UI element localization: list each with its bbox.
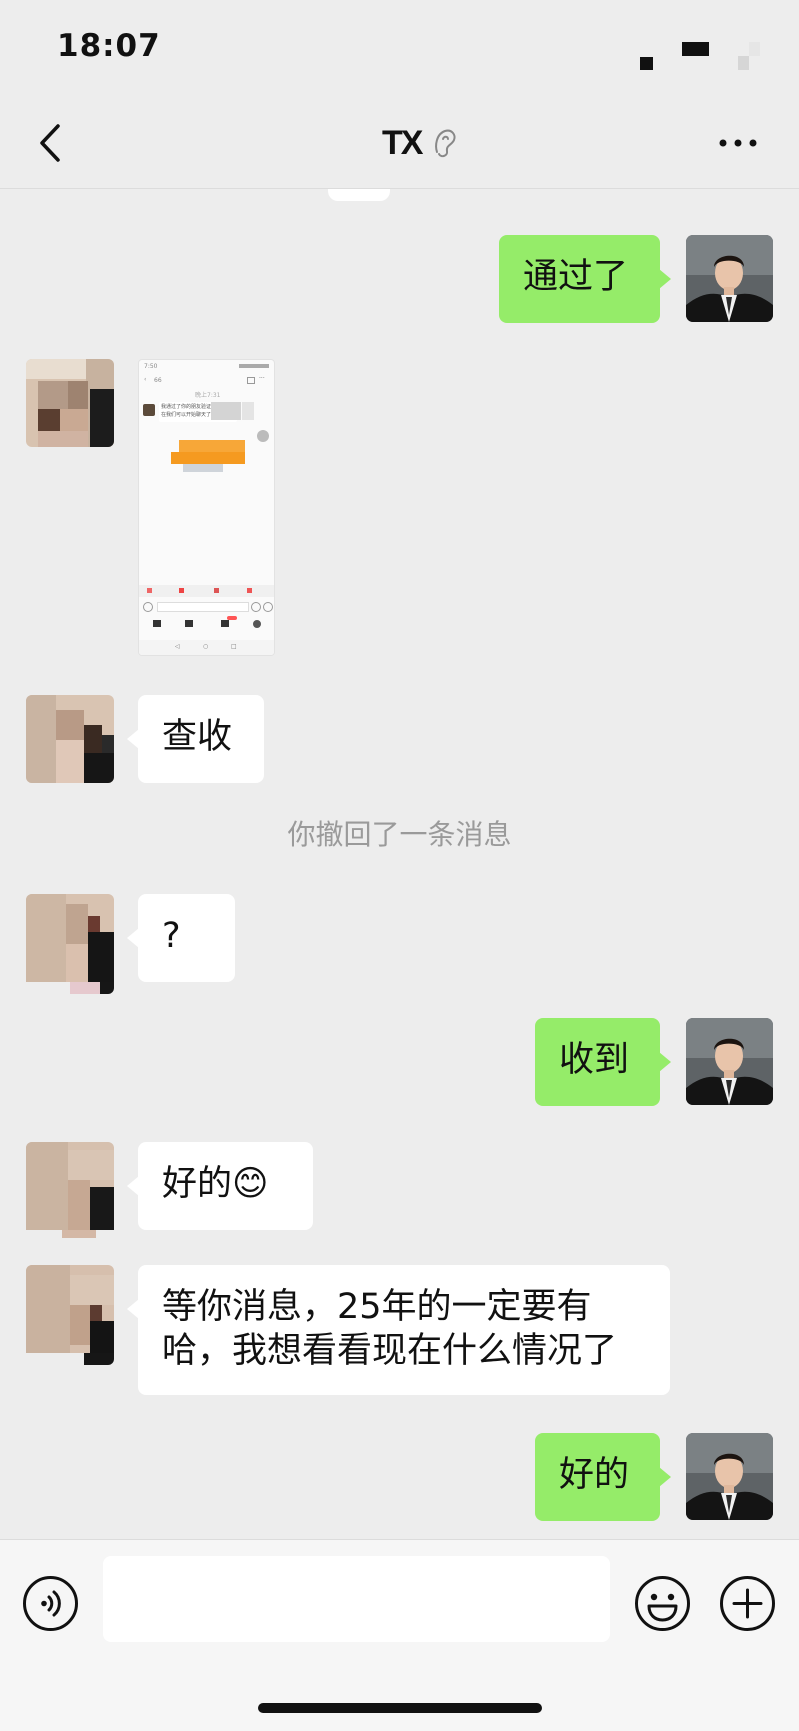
voice-icon[interactable] [22, 1575, 79, 1632]
message-list[interactable]: 通过了 7:50 ‹ 66 ··· 晚上7:31 我通过了你的朋友验证请求，现 … [0, 189, 799, 1539]
image-bubble-line2: 在我们可以开始聊天了 [161, 412, 212, 418]
chat-title: TX [382, 118, 457, 168]
message-line: 哈，我想看看现在什么情况了 [162, 1331, 618, 1371]
status-time: 18:07 [57, 28, 161, 64]
signal-icon [640, 57, 653, 70]
avatar-contact[interactable] [26, 359, 114, 447]
avatar-me[interactable] [686, 235, 773, 322]
image-header-title: 66 [154, 377, 162, 384]
wechat-chat-screen: 18:07 TX 通过了 7:50 ‹ 66 ··· 晚上7:31 我通过了你的… [0, 0, 799, 1731]
recall-notice: 你撤回了一条消息 [287, 818, 512, 851]
status-bar: 18:07 [0, 0, 799, 100]
home-indicator[interactable] [258, 1703, 542, 1713]
image-header-back: ‹ [144, 376, 147, 383]
image-timestamp: 晚上7:31 [195, 392, 221, 399]
message-bubble-received[interactable]: ? [127, 894, 235, 982]
avatar-contact[interactable] [26, 894, 114, 994]
message-bubble-received[interactable]: 好的😊 [127, 1142, 313, 1230]
avatar-contact[interactable] [26, 695, 114, 783]
back-icon[interactable] [32, 120, 68, 166]
image-status-time: 7:50 [144, 363, 158, 370]
mute-icon [435, 129, 456, 158]
message-text: 好的😊 [162, 1164, 269, 1204]
message-bubble-received[interactable]: 查收 [127, 695, 264, 783]
battery-icon [738, 42, 760, 70]
avatar-contact[interactable] [26, 1265, 114, 1365]
message-bubble-received[interactable]: 等你消息，25年的一定要有 哈，我想看看现在什么情况了 [127, 1265, 670, 1395]
message-bubble-sent[interactable]: 收到 [535, 1018, 671, 1106]
message-line: 等你消息，25年的一定要有 [162, 1287, 592, 1327]
wifi-icon [682, 42, 709, 56]
avatar-contact[interactable] [26, 1142, 114, 1238]
message-input[interactable] [103, 1556, 610, 1642]
more-icon[interactable] [715, 130, 761, 156]
message-bubble-sent[interactable]: 通过了 [499, 235, 671, 323]
chat-title-text: TX [382, 123, 423, 162]
avatar-me[interactable] [686, 1433, 773, 1520]
input-bar [0, 1539, 799, 1731]
avatar-me[interactable] [686, 1018, 773, 1105]
image-message[interactable]: 7:50 ‹ 66 ··· 晚上7:31 我通过了你的朋友验证请求，现 在我们可… [138, 359, 275, 656]
message-bubble-sent[interactable]: 好的 [535, 1433, 671, 1521]
plus-icon[interactable] [719, 1575, 776, 1632]
emoji-icon[interactable] [634, 1575, 691, 1632]
nav-bar: TX [0, 100, 799, 189]
